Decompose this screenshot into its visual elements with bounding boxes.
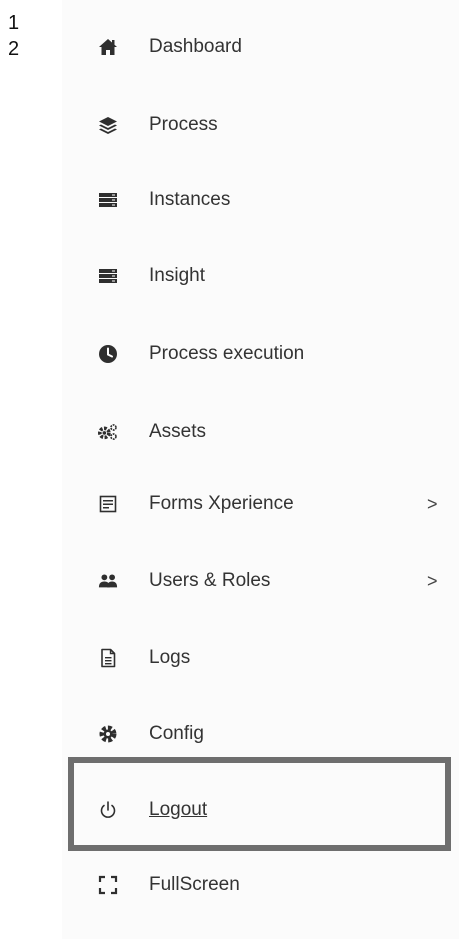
form-icon <box>98 494 118 514</box>
server-icon <box>98 190 118 210</box>
menu-item-logs-label: Logs <box>149 647 191 668</box>
layers-icon <box>98 115 118 135</box>
chevron-right-icon: > <box>427 570 438 591</box>
menu-item-logout-label: Logout <box>149 799 208 820</box>
menu-item-dashboard[interactable]: Dashboard <box>62 19 459 75</box>
menu-item-insight-label: Insight <box>149 265 205 286</box>
file-icon <box>98 648 118 668</box>
power-icon <box>98 800 118 820</box>
users-icon <box>98 571 118 591</box>
menu-item-users-roles[interactable]: Users & Roles > <box>62 553 459 609</box>
cogs-icon <box>98 422 118 442</box>
menu-item-forms-xperience[interactable]: Forms Xperience > <box>62 476 459 532</box>
menu-item-config[interactable]: Config <box>62 706 459 762</box>
clock-icon <box>98 344 118 364</box>
menu-item-fullscreen-label: FullScreen <box>149 874 240 895</box>
menu-item-instances[interactable]: Instances <box>62 172 459 228</box>
menu-item-forms-xperience-label: Forms Xperience <box>149 493 294 514</box>
gear-icon <box>98 724 118 744</box>
menu-item-assets[interactable]: Assets <box>62 404 459 460</box>
menu-item-process-execution[interactable]: Process execution <box>62 326 459 382</box>
menu-item-process-execution-label: Process execution <box>149 343 305 364</box>
menu-item-insight[interactable]: Insight <box>62 248 459 304</box>
line-number-1: 1 <box>8 12 20 34</box>
menu-item-logout[interactable]: Logout <box>62 782 459 838</box>
home-icon <box>98 37 118 57</box>
menu-item-users-roles-label: Users & Roles <box>149 570 271 591</box>
sidebar-menu: Dashboard Process Instances Insight Proc… <box>62 0 459 939</box>
menu-item-instances-label: Instances <box>149 189 231 210</box>
menu-item-assets-label: Assets <box>149 421 207 442</box>
menu-item-config-label: Config <box>149 723 204 744</box>
menu-item-fullscreen[interactable]: FullScreen <box>62 857 459 913</box>
menu-item-logs[interactable]: Logs <box>62 630 459 686</box>
menu-item-dashboard-label: Dashboard <box>149 36 242 57</box>
menu-item-process-label: Process <box>149 114 218 135</box>
menu-item-process[interactable]: Process <box>62 97 459 153</box>
chevron-right-icon: > <box>427 493 438 514</box>
fullscreen-icon <box>98 875 118 895</box>
server-icon <box>98 266 118 286</box>
line-numbers: 1 2 <box>8 10 19 62</box>
line-number-2: 2 <box>8 38 20 60</box>
